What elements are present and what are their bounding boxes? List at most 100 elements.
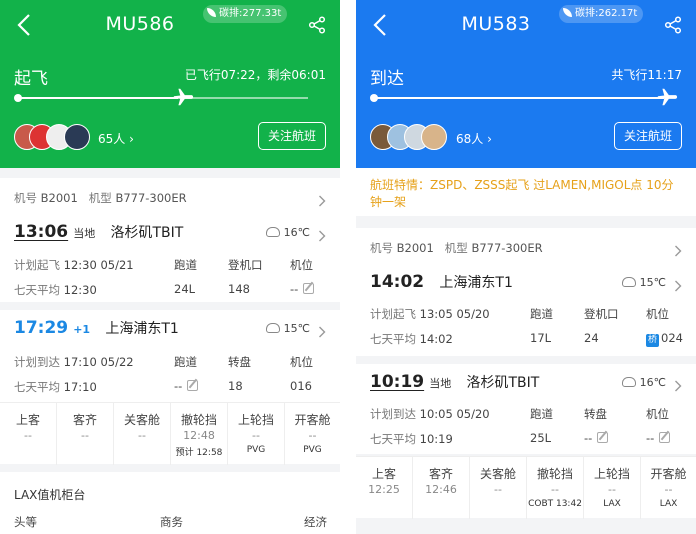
departure-section[interactable]: 13:06 当地 洛杉矶TBIT 16℃ 计划起飞 12:30 05/21 七天… — [0, 218, 340, 302]
arrival-airport: 上海浦东T1 — [105, 321, 179, 337]
stand-value: 024 — [661, 331, 683, 345]
runway-value-cell[interactable]: -- — [174, 379, 199, 393]
aircraft-reg: B2001 — [396, 241, 434, 255]
departure-temperature: 15℃ — [639, 276, 666, 289]
departure-weather: 15℃ — [621, 276, 666, 289]
share-icon[interactable] — [308, 16, 326, 34]
stand-label: 机位 — [290, 355, 313, 369]
gate-value: 24 — [584, 331, 599, 345]
seven-day-avg-value: 17:10 — [63, 380, 97, 394]
local-time-label: 当地 — [73, 227, 96, 240]
chevron-right-icon: › — [129, 132, 134, 146]
gate-value: 148 — [228, 282, 250, 296]
aircraft-info-row[interactable]: 机号 B2001 机型 B777-300ER — [0, 178, 340, 218]
aircraft-type-label: 机型 — [88, 191, 112, 205]
carbon-emission-badge[interactable]: 碳排:277.33t — [203, 5, 288, 23]
cloud-icon — [621, 377, 636, 387]
origin-dot — [370, 94, 378, 102]
arrival-actual-time: 10:19 — [370, 372, 425, 392]
flight-progress-track — [374, 97, 664, 99]
planned-arrival-value: 17:10 05/22 — [63, 355, 134, 369]
passenger-count[interactable]: 68人 › — [456, 130, 492, 147]
step-boarding-complete: 客齐 -- — [57, 403, 114, 465]
runway-value: 24L — [174, 282, 196, 296]
aircraft-type: B777-300ER — [471, 241, 543, 255]
carbon-emission-badge[interactable]: 碳排:262.17t — [559, 5, 644, 23]
planned-arrival-value: 10:05 05/20 — [419, 407, 490, 421]
checkin-counter-title: LAX值机柜台 — [14, 488, 86, 502]
chevron-right-icon — [674, 377, 682, 392]
passenger-count[interactable]: 65人 › — [98, 130, 134, 147]
passenger-count-text: 65人 — [98, 132, 126, 146]
aircraft-info-row[interactable]: 机号 B2001 机型 B777-300ER — [356, 228, 696, 266]
stand-value-cell: 桥 024 — [646, 331, 683, 347]
step-chocks-on: 上轮挡 -- PVG — [228, 403, 285, 465]
avatar — [421, 124, 447, 150]
follow-flight-button[interactable]: 关注航班 — [614, 122, 682, 150]
chevron-right-icon — [318, 192, 326, 207]
seven-day-avg-label: 七天平均 — [14, 283, 60, 297]
edit-icon[interactable] — [187, 380, 199, 391]
step-boarding: 上客 12:25 — [356, 457, 413, 519]
seven-day-avg-value: 14:02 — [419, 332, 453, 346]
arrival-temperature: 15℃ — [283, 322, 310, 335]
avatar — [64, 124, 90, 150]
step-close-cabin: 关客舱 -- — [470, 457, 527, 519]
runway-value: 25L — [530, 431, 552, 445]
rain-cloud-icon — [265, 323, 280, 333]
step-boarding: 上客 -- — [0, 403, 57, 465]
flight-header: MU583 碳排:262.17t 到达 共飞行11:17 68人 › 关注航班 — [356, 0, 696, 168]
ground-process-steps: 上客 -- 客齐 -- 关客舱 -- 撤轮挡 12:48 预计 12:58 上轮挡 -- PV… — [0, 402, 340, 465]
seven-day-avg-label: 七天平均 — [14, 380, 60, 394]
step-boarding-complete: 客齐 12:46 — [413, 457, 470, 519]
planned-departure-label: 计划起飞 — [14, 258, 60, 272]
flight-detail-panel-mu586: MU586 碳排:277.33t 起飞 已飞行07:22，剩余06:01 65人… — [0, 0, 340, 534]
jet-bridge-badge: 桥 — [646, 334, 659, 347]
chevron-right-icon — [318, 323, 326, 338]
checkin-counter-section: LAX值机柜台 头等 商务 经济 — [0, 472, 340, 534]
aircraft-reg-label: 机号 — [370, 241, 393, 255]
departure-temperature: 16℃ — [283, 226, 310, 239]
arrival-airport: 洛杉矶TBIT — [466, 375, 540, 391]
follow-flight-button[interactable]: 关注航班 — [258, 122, 326, 150]
carousel-value: 18 — [228, 379, 243, 393]
runway-value: -- — [174, 379, 183, 393]
runway-label: 跑道 — [530, 407, 553, 421]
edit-icon[interactable] — [303, 283, 315, 294]
class-first: 头等 — [14, 515, 37, 529]
stand-value-cell[interactable]: -- — [646, 431, 671, 445]
flight-progress-text: 已飞行07:22，剩余06:01 — [184, 68, 326, 82]
flight-progress-fill — [374, 97, 664, 99]
gate-label: 登机口 — [228, 258, 263, 272]
carbon-emission-text: 碳排:277.33t — [219, 8, 282, 19]
chevron-right-icon — [674, 277, 682, 292]
arrival-weather: 16℃ — [621, 376, 666, 389]
arrival-weather: 15℃ — [265, 322, 310, 335]
edit-icon[interactable] — [597, 432, 609, 443]
flight-status: 到达 — [370, 69, 404, 89]
edit-icon[interactable] — [659, 432, 671, 443]
flight-header: MU586 碳排:277.33t 起飞 已飞行07:22，剩余06:01 65人… — [0, 0, 340, 168]
aircraft-type-label: 机型 — [444, 241, 468, 255]
aircraft-type: B777-300ER — [115, 191, 187, 205]
gate-label: 登机口 — [584, 307, 619, 321]
origin-dot — [14, 94, 22, 102]
carousel-value-cell[interactable]: -- — [584, 431, 609, 445]
step-chocks-on: 上轮挡 -- LAX — [584, 457, 641, 519]
aircraft-reg: B2001 — [40, 191, 78, 205]
step-chocks-off: 撤轮挡 12:48 预计 12:58 — [171, 403, 228, 465]
stand-value-cell[interactable]: -- — [290, 282, 315, 296]
flight-detail-panel-mu583: MU583 碳排:262.17t 到达 共飞行11:17 68人 › 关注航班 … — [356, 0, 696, 534]
ground-process-steps: 上客 12:25 客齐 12:46 关客舱 -- 撤轮挡 -- COBT 13:42 上轮… — [356, 456, 696, 519]
seven-day-avg-value: 12:30 — [63, 283, 97, 297]
arrival-section[interactable]: 10:19 当地 洛杉矶TBIT 16℃ 计划到达 10:05 05/20 七天… — [356, 364, 696, 454]
departure-section[interactable]: 14:02 上海浦东T1 15℃ 计划起飞 13:05 05/20 七天平均 1… — [356, 266, 696, 356]
departure-actual-time: 14:02 — [370, 272, 425, 292]
arrival-section[interactable]: 17:29 +1 上海浦东T1 15℃ 计划到达 17:10 05/22 七天平… — [0, 310, 340, 402]
share-icon[interactable] — [664, 16, 682, 34]
aircraft-reg-label: 机号 — [14, 191, 37, 205]
departure-weather: 16℃ — [265, 226, 310, 239]
local-time-label: 当地 — [429, 377, 452, 390]
departure-airport: 洛杉矶TBIT — [110, 225, 184, 241]
passenger-count-text: 68人 — [456, 132, 484, 146]
